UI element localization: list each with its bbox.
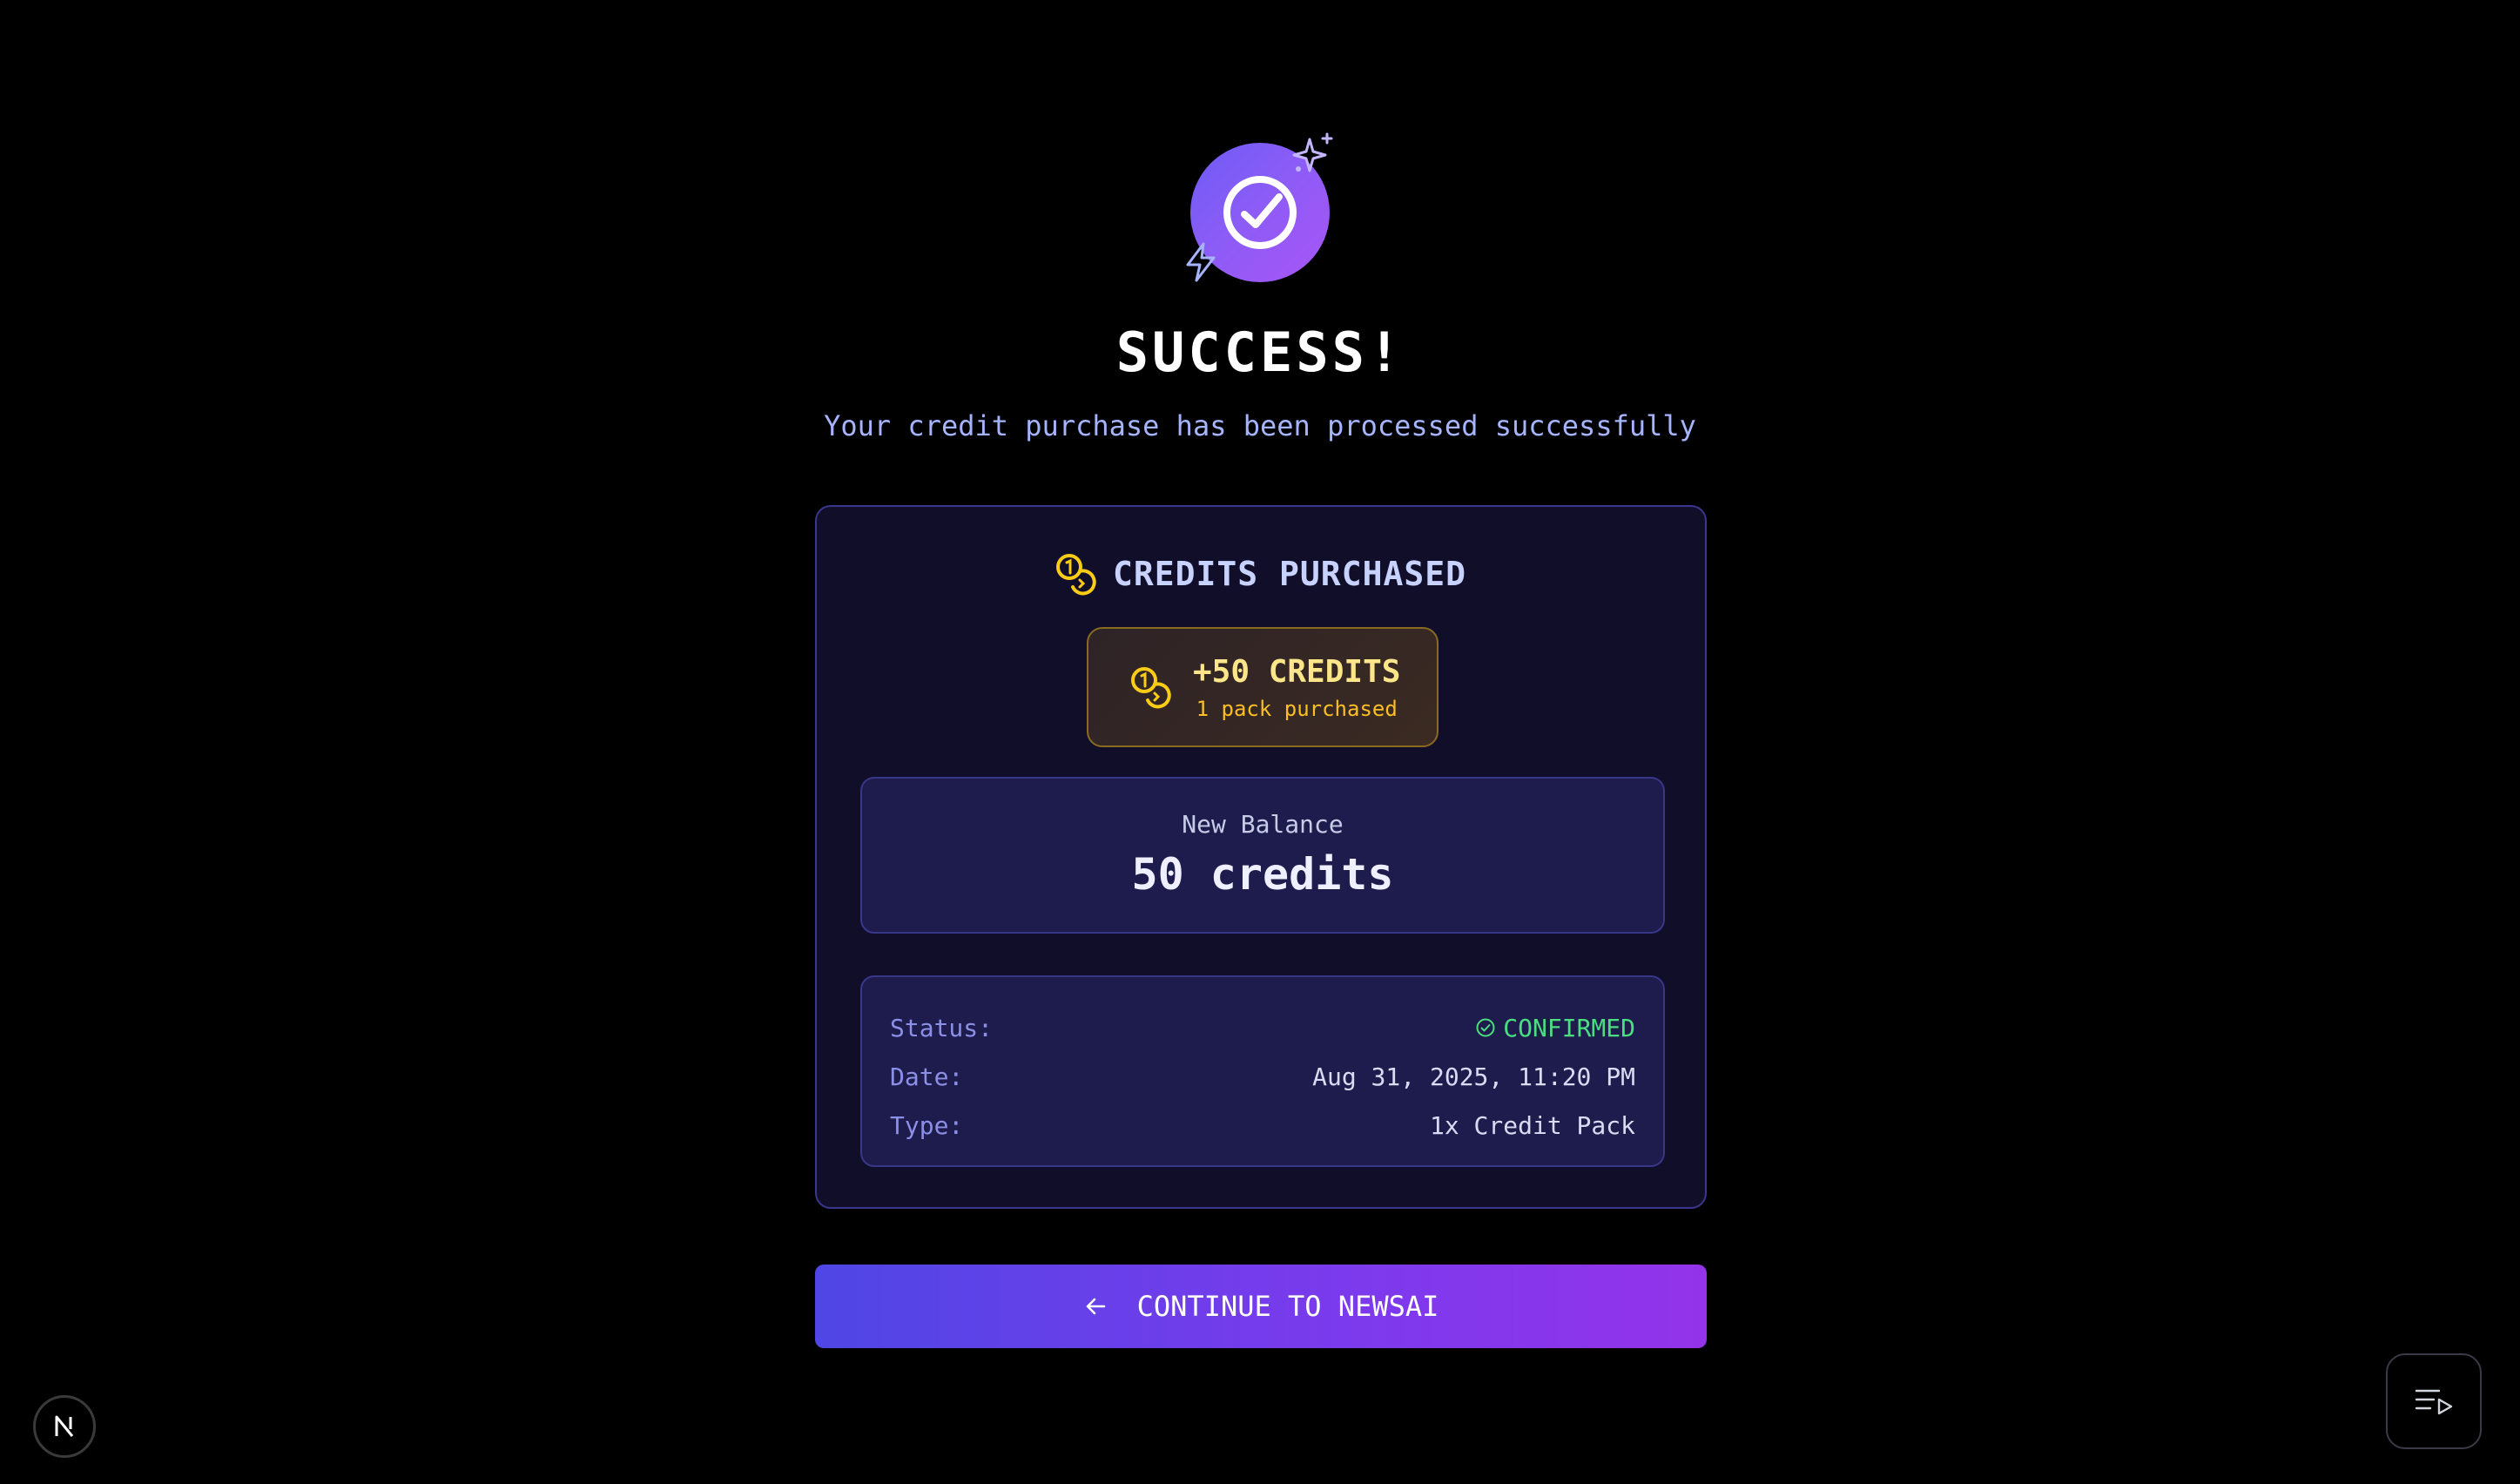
purchase-details: Status: CONFIRMED Date: Aug 31, 2025, 11…: [860, 975, 1665, 1167]
success-page: SUCCESS! Your credit purchase has been p…: [0, 0, 2520, 1484]
balance-label: New Balance: [1182, 810, 1344, 839]
coins-icon: [1056, 554, 1096, 596]
date-value: Aug 31, 2025, 11:20 PM: [1312, 1062, 1635, 1091]
credits-amount: +50 CREDITS: [1193, 653, 1401, 690]
bolt-icon: [1186, 242, 1216, 282]
page-title: SUCCESS!: [1115, 320, 1405, 384]
arrow-left-icon: [1086, 1298, 1105, 1315]
detail-row-date: Date: Aug 31, 2025, 11:20 PM: [890, 1052, 1635, 1101]
credits-amount-badge: +50 CREDITS 1 pack purchased: [1087, 627, 1439, 747]
new-balance-box: New Balance 50 credits: [860, 777, 1665, 934]
continue-button-label: CONTINUE TO NEWSAI: [1136, 1290, 1439, 1323]
detail-key: Status:: [890, 1013, 994, 1042]
type-value: 1x Credit Pack: [1429, 1110, 1635, 1140]
playlist-button[interactable]: [2386, 1353, 2482, 1449]
purchase-summary-card: CREDITS PURCHASED +50 CREDITS 1 pack pur…: [815, 505, 1707, 1209]
continue-button[interactable]: CONTINUE TO NEWSAI: [815, 1265, 1707, 1348]
detail-row-status: Status: CONFIRMED: [890, 1003, 1635, 1052]
status-value: CONFIRMED: [1503, 1013, 1635, 1042]
status-badge: CONFIRMED: [1475, 1014, 1635, 1042]
detail-key: Date:: [890, 1062, 964, 1091]
balance-value: 50 credits: [1131, 849, 1394, 900]
card-header: CREDITS PURCHASED: [817, 552, 1705, 596]
credits-pack-count: 1 pack purchased: [1196, 696, 1398, 721]
coins-icon: [1131, 667, 1171, 709]
card-header-label: CREDITS PURCHASED: [1113, 555, 1466, 593]
sparkle-icon: [1292, 132, 1333, 172]
credits-badge-text: +50 CREDITS 1 pack purchased: [1193, 654, 1400, 721]
n-logo-icon: [55, 1415, 74, 1437]
detail-key: Type:: [890, 1110, 964, 1140]
next-dev-indicator[interactable]: [33, 1395, 96, 1458]
page-subtitle: Your credit purchase has been processed …: [824, 409, 1696, 442]
playlist-icon: [2415, 1389, 2453, 1415]
detail-row-type: Type: 1x Credit Pack: [890, 1101, 1635, 1150]
check-circle-icon: [1476, 1018, 1495, 1037]
